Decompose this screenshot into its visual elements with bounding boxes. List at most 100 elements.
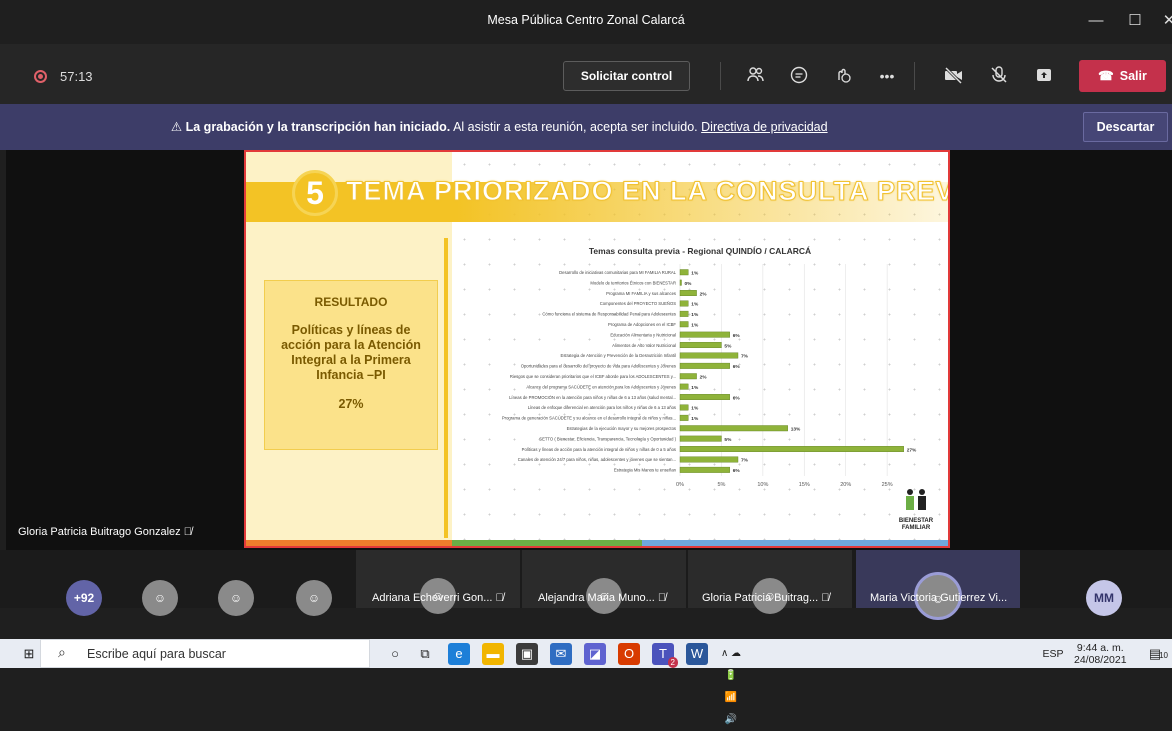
mic-off-icon[interactable] [988,65,1010,87]
participant-name: Adriana Echeverri Gon... 🎙̸ [372,592,504,604]
cortana-icon[interactable]: ○ [384,643,406,665]
data-label: 1% [691,385,699,391]
color-strip-green [452,540,642,546]
bar-chart: Temas consulta previa - Regional QUINDÍO… [502,246,917,488]
bar [679,310,689,317]
participant-tile[interactable]: ☺ Alejandra Maria Muno... 🎙̸ [522,550,686,614]
chat-icon[interactable] [788,65,810,87]
store-icon[interactable]: ▣ [516,643,538,665]
participant-tile[interactable]: ☺ Adriana Echeverri Gon... 🎙̸ [356,550,520,614]
bar [679,414,689,421]
notification-count: 10 [1159,651,1168,660]
participant-name: Maria Victoria Gutierrez Vi... [870,592,1008,604]
language-indicator[interactable]: ESP [1038,643,1068,665]
data-label: 1% [691,271,699,277]
meeting-toolbar: 57:13 Solicitar control ••• ☎ Salir [0,44,1172,104]
participants-strip: +92 ☺ ☺ ☺ ☺ Adriana Echeverri Gon... 🎙̸ … [0,550,1172,620]
reactions-icon[interactable] [832,65,854,87]
minimize-icon[interactable]: — [1085,10,1107,32]
taskbar-search[interactable]: ⌕ Escribe aquí para buscar [40,639,370,668]
maximize-icon[interactable]: ☐ [1124,10,1146,32]
bar [679,425,788,432]
clock-date: 24/08/2021 [1074,654,1127,666]
banner-bold-text: La grabación y la transcripción han inic… [185,120,451,134]
mail-icon[interactable]: ✉ [550,643,572,665]
toolbar-divider [720,62,721,90]
accent-bar [444,238,448,538]
bar [679,383,689,390]
phone-hangup-icon: ☎ [1098,69,1114,83]
participant-tile[interactable]: ☺ [130,550,190,616]
app-icon[interactable]: ◪ [584,643,606,665]
clock-time: 9:44 a. m. [1076,642,1124,654]
notifications-icon[interactable]: ▤ 10 [1144,643,1168,665]
x-tick-label: 15% [799,482,810,488]
bienestar-logo: BIENESTAR FAMILIAR [899,489,934,531]
speaker-label: Gloria Patricia Buitrago Gonzalez 🎙̸ [18,526,192,538]
participant-tile-self[interactable]: MM [1070,550,1140,616]
category-label: Programa de Adopciones en el ICBF [608,322,676,327]
task-view-icon[interactable]: ⧉ [414,643,436,665]
edge-icon[interactable]: e [448,643,470,665]
category-label: Estrategia Mis Manos te enseñan [614,468,677,473]
data-label: 6% [733,333,741,339]
participant-tile[interactable]: ☺ Gloria Patricia Buitrag... 🎙̸ [688,550,852,614]
teams-badge: 2 [667,657,678,668]
overflow-count[interactable]: +92 [66,580,102,616]
data-label: 1% [691,323,699,329]
clock[interactable]: 9:44 a. m. 24/08/2021 [1074,642,1127,666]
presentation-slide: 5 TEMA PRIORIZADO EN LA CONSULTA PREVIA … [244,150,950,548]
file-explorer-icon[interactable]: ▬ [482,643,504,665]
chart-title: Temas consulta previa - Regional QUINDÍO… [589,246,811,256]
tray-icons[interactable]: ∧ ☁ 🔋 📶 🔊 [720,643,742,725]
participant-tile[interactable]: ☺ [206,550,266,616]
mic-off-icon: 🎙̸ [183,526,192,538]
windows-start-icon[interactable]: ⊞ [18,643,40,665]
search-placeholder: Escribe aquí para buscar [87,647,226,661]
teams-icon[interactable]: T2 [652,643,678,668]
recording-icon [34,70,47,83]
office-icon[interactable]: O [618,643,640,665]
mic-off-icon: 🎙̸ [657,592,667,604]
participant-name: Alejandra Maria Muno... 🎙̸ [538,592,667,604]
participant-tile-overflow[interactable]: +92 [42,550,112,616]
mic-off-icon: 🎙̸ [821,592,830,604]
avatar: ☺ [296,580,332,616]
data-label: 5% [724,343,732,349]
category-label: Programa MI FAMILIA y sus alcances [606,291,676,296]
camera-off-icon[interactable] [943,65,965,87]
self-avatar-initials: MM [1086,580,1122,616]
meeting-timer: 57:13 [60,69,93,84]
participants-icon[interactable] [745,65,767,87]
more-options-icon[interactable]: ••• [876,65,898,87]
category-label: Educación Alimentaria y Nutricional [610,332,676,337]
search-icon: ⌕ [58,644,66,660]
privacy-link[interactable]: Directiva de privacidad [701,120,827,134]
bar [679,321,689,328]
category-label: Riesgos que se consideran prioritarios q… [510,374,676,379]
category-label: Estrategia de Atención y Prevención de l… [561,353,677,358]
data-label: 1% [691,312,699,318]
bar [679,446,904,453]
request-control-button[interactable]: Solicitar control [563,61,690,91]
data-label: 6% [733,395,741,401]
category-label: Componentes del PROYECTO SUEÑOS [600,301,676,306]
category-label: Líneas de enfoque diferencial en atenció… [528,405,676,410]
bar [679,300,689,307]
participant-tile-active[interactable]: ☺ Maria Victoria Gutierrez Vi... [856,550,1020,620]
category-label: Alcance del programa SACÚDETE en atenció… [526,384,676,389]
bar [679,456,739,463]
data-label: 1% [691,416,699,422]
data-label: 2% [700,375,708,381]
close-icon[interactable]: ✕ [1158,10,1172,32]
result-box: RESULTADO Políticas y líneas de acción p… [264,280,438,450]
dismiss-button[interactable]: Descartar [1083,112,1168,142]
leave-button[interactable]: ☎ Salir [1079,60,1166,92]
bar [679,279,682,286]
category-label: Estrategias de la ejecución mayor y su m… [567,426,676,431]
category-label: Líneas de PROMOCIÓN en la atención para … [509,395,676,400]
category-label: Desarrollo de iniciativas comunitarias p… [559,270,676,275]
word-icon[interactable]: W [686,643,708,665]
participant-tile[interactable]: ☺ [284,550,344,616]
share-screen-icon[interactable] [1033,65,1055,87]
